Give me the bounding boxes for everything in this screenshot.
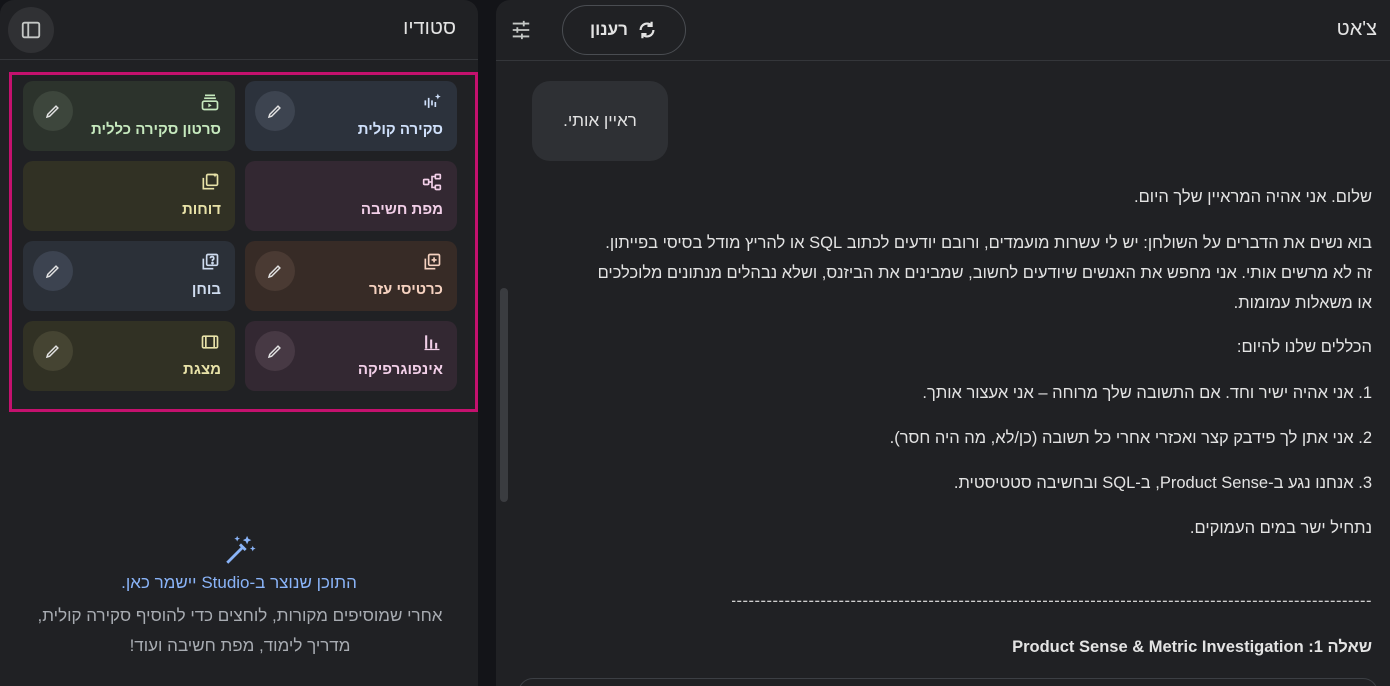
studio-empty-title: התוכן שנוצר ב-Studio יישמר כאן. — [121, 573, 357, 592]
panel-toggle-icon — [21, 21, 41, 39]
response-rule: 3. אנחנו נגע ב-Product Sense, ב-SQL ובחש… — [953, 474, 1372, 492]
tile-video-overview[interactable]: סרטון סקירה כללית — [23, 81, 235, 151]
magic-wand-icon — [226, 535, 256, 564]
edit-button[interactable] — [33, 251, 73, 291]
user-message-bubble: ראיין אותי. — [532, 81, 668, 161]
tile-audio-overview[interactable]: סקירה קולית — [245, 81, 457, 151]
tile-mind-map[interactable]: מפת חשיבה — [245, 161, 457, 231]
chat-panel: רענון צ'אט ראיין אותי. שלום. אני אהיה המ… — [496, 0, 1390, 686]
tile-label: בוחן — [191, 281, 221, 298]
pencil-icon — [267, 265, 281, 279]
tile-label: סרטון סקירה כללית — [91, 121, 221, 138]
tile-quiz[interactable]: בוחן — [23, 241, 235, 311]
tile-label: דוחות — [181, 201, 221, 218]
response-greeting: שלום. אני אהיה המראיין שלך היום. — [1134, 188, 1372, 206]
edit-button[interactable] — [33, 331, 73, 371]
flashcards-icon — [421, 251, 443, 273]
refresh-label: רענון — [590, 20, 628, 39]
panel-gap — [478, 0, 496, 686]
pencil-icon — [45, 105, 59, 119]
response-rule: 2. אני אתן לך פידבק קצר ואכזרי אחרי כל ת… — [889, 429, 1372, 447]
studio-header: סטודיו — [0, 0, 478, 60]
chat-header: רענון צ'אט — [496, 0, 1390, 61]
pencil-icon — [45, 265, 59, 279]
response-divider: ----------------------------------------… — [732, 592, 1372, 610]
tile-label: סקירה קולית — [357, 121, 443, 138]
video-overview-icon — [199, 91, 221, 113]
tile-label: מצגת — [183, 361, 221, 378]
response-rules-heading: הכללים שלנו להיום: — [1236, 338, 1372, 356]
tile-label: אינפוגרפיקה — [357, 361, 443, 378]
tile-label: כרטיסי עזר — [368, 281, 443, 298]
response-question-1: שאלה 1: Product Sense & Metric Investiga… — [1012, 638, 1372, 656]
response-rule: 1. אני אהיה ישיר וחד. אם התשובה שלך מרוח… — [922, 384, 1372, 402]
mind-map-icon — [421, 171, 443, 193]
edit-button[interactable] — [255, 331, 295, 371]
response-dive: נתחיל ישר במים העמוקים. — [1189, 519, 1372, 537]
chat-settings-button[interactable] — [506, 15, 536, 45]
edit-button[interactable] — [255, 91, 295, 131]
reports-icon — [199, 171, 221, 193]
tile-label: מפת חשיבה — [360, 201, 443, 218]
tile-flashcards[interactable]: כרטיסי עזר — [245, 241, 457, 311]
infographic-icon — [421, 331, 443, 353]
refresh-icon — [639, 21, 655, 39]
edit-button[interactable] — [255, 251, 295, 291]
audio-sparkle-icon — [421, 91, 443, 113]
pencil-icon — [267, 105, 281, 119]
collapse-panel-button[interactable] — [8, 7, 54, 53]
quiz-icon — [199, 251, 221, 273]
pencil-icon — [267, 345, 281, 359]
chat-scrollbar[interactable] — [500, 288, 508, 502]
response-intro: בוא נשים את הדברים על השולחן: יש לי עשרו… — [597, 234, 1372, 312]
user-message-text: ראיין אותי. — [563, 111, 637, 130]
slides-icon — [199, 331, 221, 353]
tile-infographic[interactable]: אינפוגרפיקה — [245, 321, 457, 391]
chat-title: צ'אט — [1336, 18, 1377, 40]
pencil-icon — [45, 345, 59, 359]
studio-title: סטודיו — [403, 17, 456, 39]
chat-input-box[interactable] — [518, 678, 1378, 686]
tile-slides[interactable]: מצגת — [23, 321, 235, 391]
studio-panel: סטודיו סקירה קולית סרטון סקירה כללית מפת… — [0, 0, 478, 686]
refresh-button[interactable]: רענון — [562, 5, 686, 55]
edit-button[interactable] — [33, 91, 73, 131]
tune-icon — [512, 20, 530, 40]
studio-empty-description: אחרי שמוסיפים מקורות, לוחצים כדי להוסיף … — [37, 606, 443, 655]
tile-reports[interactable]: דוחות — [23, 161, 235, 231]
